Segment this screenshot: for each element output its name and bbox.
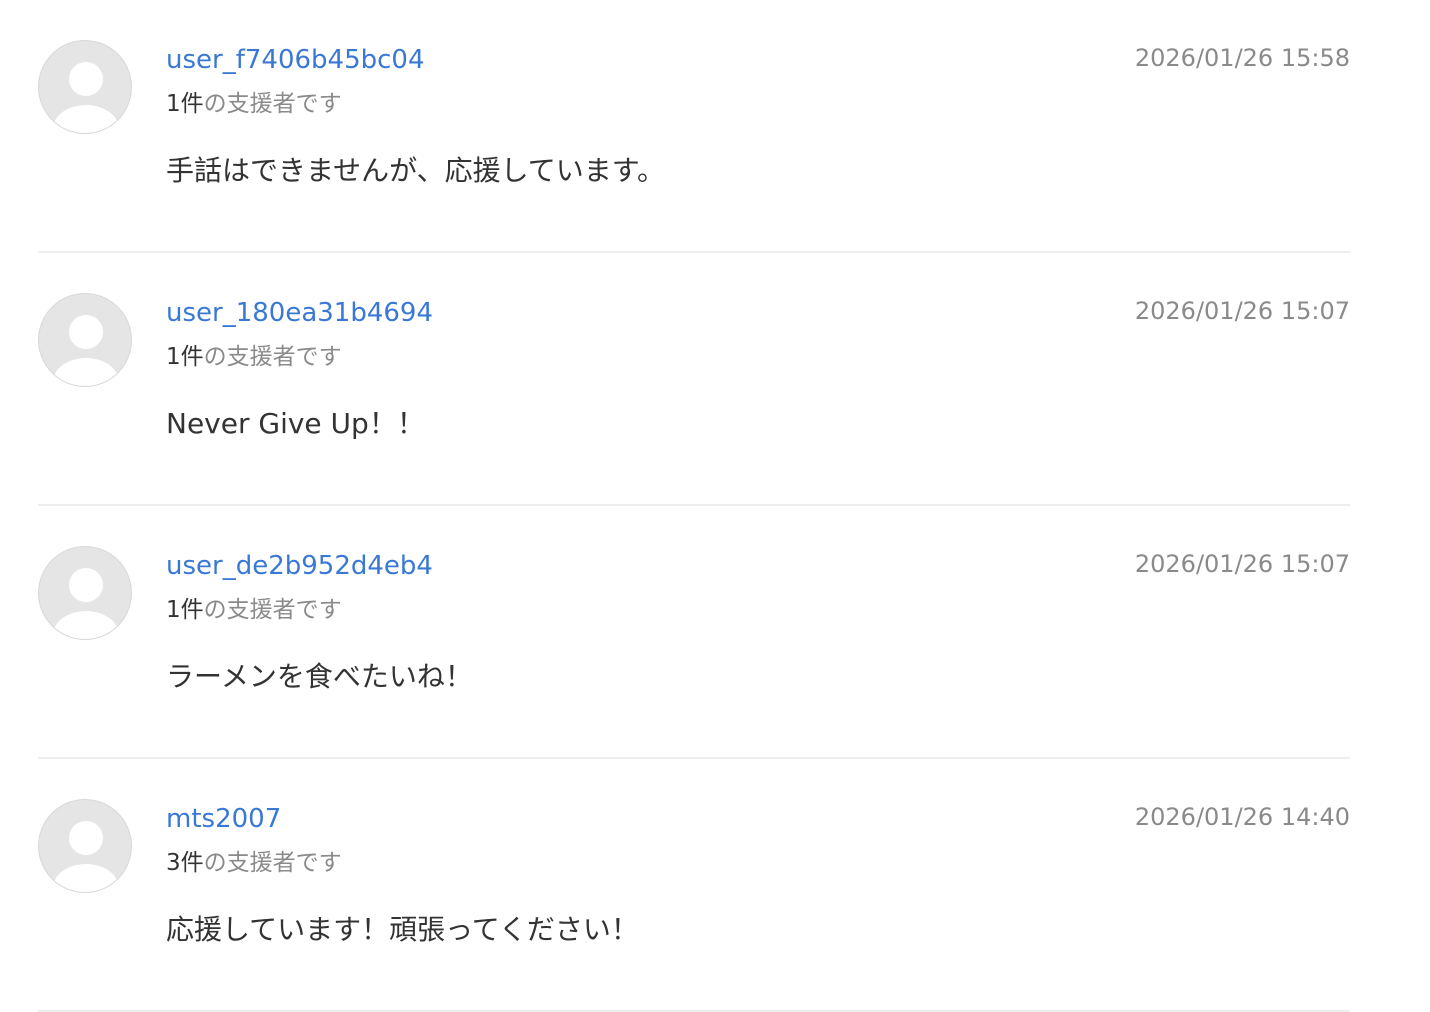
supporter-count: 1件: [166, 344, 204, 370]
comment-list: user_f7406b45bc04 1件の支援者です 2026/01/26 15…: [38, 0, 1350, 1012]
comment-timestamp: 2026/01/26 14:40: [1134, 803, 1350, 831]
comment-message: ラーメンを食べたいね！: [166, 660, 473, 693]
username-link[interactable]: mts2007: [166, 803, 281, 835]
avatar-icon[interactable]: [38, 293, 132, 387]
supporter-label: の支援者です: [203, 597, 342, 623]
avatar-icon[interactable]: [38, 40, 132, 134]
supporter-label: の支援者です: [203, 344, 342, 370]
supporter-info: 1件の支援者です: [166, 342, 342, 372]
comment-message: Never Give Up！！: [166, 407, 425, 440]
supporter-label: の支援者です: [203, 850, 342, 876]
comment-timestamp: 2026/01/26 15:58: [1134, 44, 1350, 72]
avatar-icon[interactable]: [38, 799, 132, 893]
comment-message: 手話はできませんが、応援しています。: [166, 154, 665, 187]
comment-item: user_f7406b45bc04 1件の支援者です 2026/01/26 15…: [38, 0, 1350, 253]
username-link[interactable]: user_de2b952d4eb4: [166, 550, 433, 582]
avatar-icon[interactable]: [38, 546, 132, 640]
comment-message: 応援しています！頑張ってください！: [166, 913, 639, 946]
supporter-info: 1件の支援者です: [166, 89, 342, 119]
supporter-label: の支援者です: [203, 91, 342, 117]
comment-item: user_de2b952d4eb4 1件の支援者です 2026/01/26 15…: [38, 506, 1350, 759]
username-link[interactable]: user_f7406b45bc04: [166, 44, 425, 76]
username-link[interactable]: user_180ea31b4694: [166, 297, 433, 329]
comment-item: user_180ea31b4694 1件の支援者です 2026/01/26 15…: [38, 253, 1350, 506]
comment-timestamp: 2026/01/26 15:07: [1134, 297, 1350, 325]
supporter-count: 1件: [166, 597, 204, 623]
comment-item: mts2007 3件の支援者です 2026/01/26 14:40 応援していま…: [38, 759, 1350, 1012]
comment-timestamp: 2026/01/26 15:07: [1134, 550, 1350, 578]
supporter-info: 1件の支援者です: [166, 595, 342, 625]
supporter-info: 3件の支援者です: [166, 848, 342, 878]
supporter-count: 3件: [166, 850, 204, 876]
supporter-count: 1件: [166, 91, 204, 117]
